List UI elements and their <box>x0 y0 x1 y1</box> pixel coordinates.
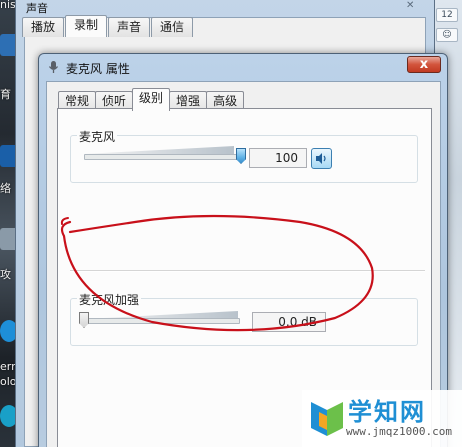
microphone-level-value[interactable]: 100 <box>249 148 307 168</box>
tab-playback[interactable]: 播放 <box>22 17 65 37</box>
mute-button[interactable] <box>311 148 332 169</box>
close-icon[interactable]: ✕ <box>406 1 420 11</box>
boost-level-value[interactable]: 0.0 dB <box>252 312 326 332</box>
close-icon: x <box>419 57 429 72</box>
section-separator <box>70 270 425 272</box>
taskbar-chip[interactable]: 12 <box>436 8 458 22</box>
tab-recording[interactable]: 录制 <box>65 15 108 37</box>
speaker-icon <box>316 153 326 164</box>
dialog-title: 麦克风 属性 <box>66 62 130 76</box>
sound-dialog-tabs: 播放 录制 声音 通信 <box>22 15 194 37</box>
watermark-url: www.jmqz1000.com <box>346 425 452 438</box>
microphone-icon <box>48 61 59 73</box>
microphone-level-group: 麦克风 100 <box>70 128 418 183</box>
watermark-logo-icon <box>311 402 343 436</box>
microphone-boost-label: 麦克风加强 <box>77 291 142 308</box>
watermark-title: 学知网 <box>348 398 426 426</box>
microphone-level-label: 麦克风 <box>77 128 118 145</box>
microphone-properties-dialog: 麦克风 属性 x 常规 侦听 级别 增强 高级 麦克风 100 麦克风加强 0.… <box>38 53 448 447</box>
taskbar-chip[interactable]: ☺ <box>436 28 458 42</box>
boost-slider-thumb[interactable] <box>79 312 89 328</box>
microphone-slider-track[interactable] <box>84 154 240 160</box>
close-button[interactable]: x <box>407 56 441 73</box>
sound-dialog-title: 声音 <box>26 2 48 15</box>
boost-slider-track[interactable] <box>84 318 240 324</box>
tab-sounds[interactable]: 声音 <box>108 17 151 37</box>
tab-communications[interactable]: 通信 <box>151 17 194 37</box>
microphone-slider-thumb[interactable] <box>236 148 246 164</box>
microphone-boost-group: 麦克风加强 0.0 dB <box>70 291 418 346</box>
watermark: 学知网 www.jmqz1000.com <box>302 390 462 447</box>
microphone-slider-ramp <box>84 146 234 154</box>
tab-levels[interactable]: 级别 <box>132 88 171 111</box>
